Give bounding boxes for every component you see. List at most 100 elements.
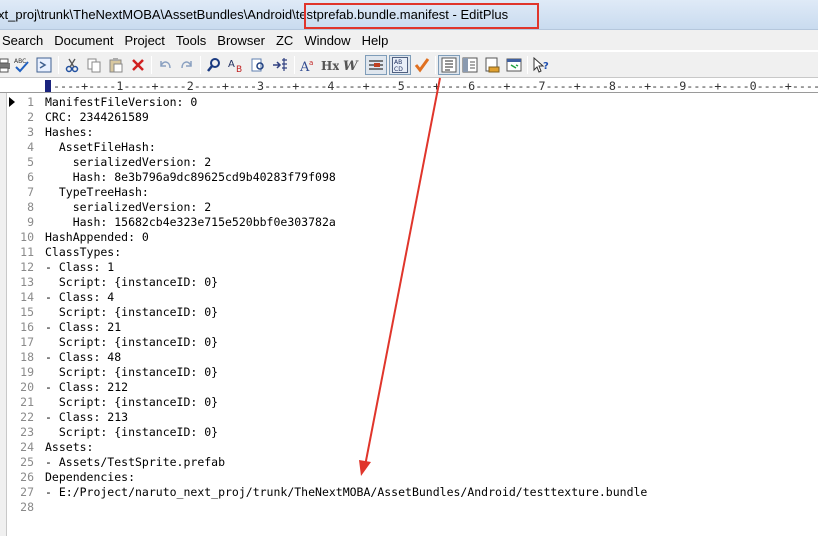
checkmark-icon[interactable] (412, 55, 432, 75)
code-line[interactable]: 8 serializedVersion: 2 (0, 200, 818, 215)
spell-check-icon[interactable]: ABC (12, 55, 32, 75)
code-text[interactable]: - Class: 21 (45, 320, 121, 335)
code-line[interactable]: 4 AssetFileHash: (0, 140, 818, 155)
code-line[interactable]: 1 ManifestFileVersion: 0 (0, 95, 818, 110)
line-number: 9 (27, 215, 34, 229)
code-text[interactable]: AssetFileHash: (45, 140, 156, 155)
code-line[interactable]: 23 Script: {instanceID: 0} (0, 425, 818, 440)
font-icon[interactable]: Aa (298, 55, 318, 75)
code-line[interactable]: 16 - Class: 21 (0, 320, 818, 335)
menu-zc[interactable]: ZC (272, 33, 300, 48)
code-text[interactable]: ManifestFileVersion: 0 (45, 95, 197, 110)
code-text[interactable]: ClassTypes: (45, 245, 121, 260)
code-text[interactable]: Hashes: (45, 125, 93, 140)
code-line[interactable]: 17 Script: {instanceID: 0} (0, 335, 818, 350)
code-text[interactable]: TypeTreeHash: (45, 185, 149, 200)
code-line[interactable]: 10 HashAppended: 0 (0, 230, 818, 245)
code-text[interactable]: serializedVersion: 2 (45, 200, 211, 215)
code-text[interactable]: Script: {instanceID: 0} (45, 425, 218, 440)
menu-search[interactable]: Search (0, 33, 50, 48)
line-number: 5 (27, 155, 34, 169)
code-text[interactable]: Script: {instanceID: 0} (45, 305, 218, 320)
ruler-cursor-marker (45, 80, 51, 92)
code-line[interactable]: 14 - Class: 4 (0, 290, 818, 305)
code-line[interactable]: 2 CRC: 2344261589 (0, 110, 818, 125)
code-line[interactable]: 25 - Assets/TestSprite.prefab (0, 455, 818, 470)
redo-icon[interactable] (177, 55, 197, 75)
code-text[interactable]: CRC: 2344261589 (45, 110, 149, 125)
column-ruler: ----+----1----+----2----+----3----+----4… (0, 79, 818, 93)
svg-text:ABC: ABC (14, 58, 26, 65)
window-title: xt_proj\trunk\TheNextMOBA\AssetBundles\A… (0, 7, 508, 22)
code-text[interactable]: - Assets/TestSprite.prefab (45, 455, 225, 470)
help-icon[interactable]: ? (531, 55, 551, 75)
cliptext-icon[interactable] (482, 55, 502, 75)
line-number-icon[interactable] (438, 55, 460, 75)
code-line[interactable]: 19 Script: {instanceID: 0} (0, 365, 818, 380)
line-number: 2 (27, 110, 34, 124)
code-text[interactable]: Script: {instanceID: 0} (45, 335, 218, 350)
line-number: 21 (20, 395, 34, 409)
check-icon[interactable] (34, 55, 54, 75)
code-text[interactable]: - Class: 212 (45, 380, 128, 395)
code-text[interactable]: Hash: 8e3b796a9dc89625cd9b40283f79f098 (45, 170, 336, 185)
menu-window[interactable]: Window (300, 33, 357, 48)
word-wrap-icon[interactable]: W (342, 55, 362, 75)
code-text[interactable]: serializedVersion: 2 (45, 155, 211, 170)
code-line[interactable]: 6 Hash: 8e3b796a9dc89625cd9b40283f79f098 (0, 170, 818, 185)
abcd-icon[interactable]: AB CD (389, 55, 411, 75)
code-text[interactable]: Script: {instanceID: 0} (45, 395, 218, 410)
delete-icon[interactable] (128, 55, 148, 75)
cut-icon[interactable] (62, 55, 82, 75)
code-text[interactable]: - Class: 4 (45, 290, 114, 305)
code-line[interactable]: 12 - Class: 1 (0, 260, 818, 275)
goto-line-icon[interactable] (270, 55, 290, 75)
hex-icon[interactable]: Hx (320, 55, 340, 75)
code-line[interactable]: 24 Assets: (0, 440, 818, 455)
code-line[interactable]: 21 Script: {instanceID: 0} (0, 395, 818, 410)
code-line[interactable]: 5 serializedVersion: 2 (0, 155, 818, 170)
paste-icon[interactable] (106, 55, 126, 75)
line-number: 16 (20, 320, 34, 334)
code-text[interactable]: Script: {instanceID: 0} (45, 365, 218, 380)
code-line[interactable]: 28 (0, 500, 818, 515)
undo-icon[interactable] (155, 55, 175, 75)
toolbar-separator (435, 56, 436, 74)
code-line[interactable]: 9 Hash: 15682cb4e323e715e520bbf0e303782a (0, 215, 818, 230)
code-text[interactable]: HashAppended: 0 (45, 230, 149, 245)
code-text[interactable]: - Class: 213 (45, 410, 128, 425)
menu-project[interactable]: Project (120, 33, 171, 48)
code-text[interactable]: - E:/Project/naruto_next_proj/trunk/TheN… (45, 485, 647, 500)
code-line[interactable]: 22 - Class: 213 (0, 410, 818, 425)
output-window-icon[interactable] (460, 55, 480, 75)
menu-browser[interactable]: Browser (213, 33, 272, 48)
browser-icon[interactable] (504, 55, 524, 75)
code-line[interactable]: 18 - Class: 48 (0, 350, 818, 365)
code-line[interactable]: 20 - Class: 212 (0, 380, 818, 395)
editor-area[interactable]: 1 ManifestFileVersion: 0 2 CRC: 2344261589 3… (0, 94, 818, 536)
line-number: 14 (20, 290, 34, 304)
code-line[interactable]: 3 Hashes: (0, 125, 818, 140)
code-text[interactable]: - Class: 48 (45, 350, 121, 365)
code-line[interactable]: 27 - E:/Project/naruto_next_proj/trunk/Th… (0, 485, 818, 500)
find-in-files-icon[interactable] (248, 55, 268, 75)
code-line[interactable]: 7 TypeTreeHash: (0, 185, 818, 200)
find-icon[interactable] (204, 55, 224, 75)
toolbar-separator (58, 56, 59, 74)
code-text[interactable]: Hash: 15682cb4e323e715e520bbf0e303782a (45, 215, 336, 230)
code-text[interactable]: Assets: (45, 440, 93, 455)
line-number: 26 (20, 470, 34, 484)
code-text[interactable]: Script: {instanceID: 0} (45, 275, 218, 290)
replace-icon[interactable]: AB (226, 55, 246, 75)
code-line[interactable]: 11 ClassTypes: (0, 245, 818, 260)
ruler-icon[interactable] (365, 55, 387, 75)
menu-help[interactable]: Help (358, 33, 396, 48)
menu-tools[interactable]: Tools (172, 33, 213, 48)
copy-icon[interactable] (84, 55, 104, 75)
code-line[interactable]: 13 Script: {instanceID: 0} (0, 275, 818, 290)
menu-document[interactable]: Document (50, 33, 120, 48)
code-text[interactable]: - Class: 1 (45, 260, 114, 275)
code-line[interactable]: 15 Script: {instanceID: 0} (0, 305, 818, 320)
code-text[interactable]: Dependencies: (45, 470, 135, 485)
code-line[interactable]: 26 Dependencies: (0, 470, 818, 485)
